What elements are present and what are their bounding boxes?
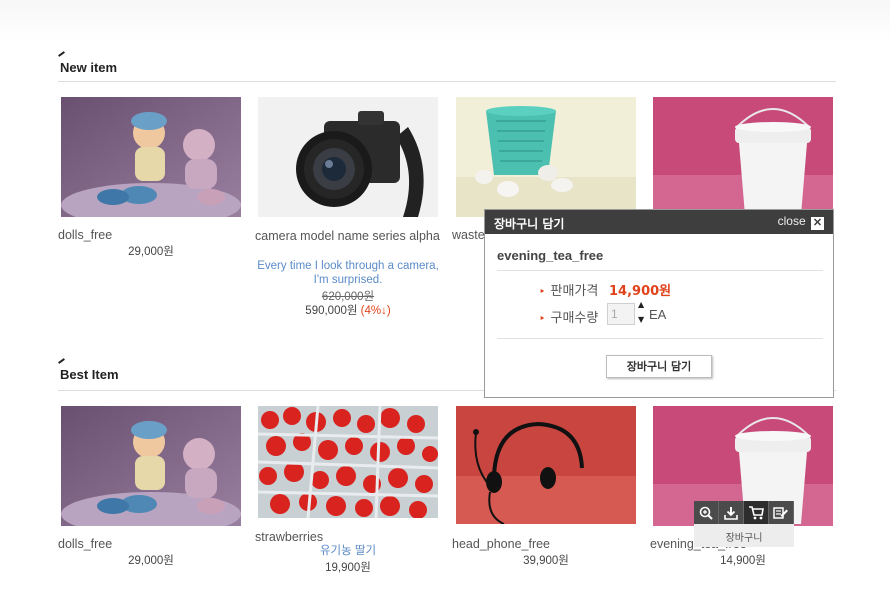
price-label: 판매가격 <box>539 280 599 299</box>
product-image-headphone[interactable] <box>456 406 636 526</box>
product-price: 590,000원 <box>305 305 358 317</box>
cart-icon[interactable] <box>744 501 769 524</box>
product-price: 29,000원 <box>128 555 174 567</box>
download-icon[interactable] <box>719 501 744 524</box>
product-price: 39,900원 <box>523 555 569 567</box>
section-title-best: Best Item <box>60 367 119 382</box>
quantity-up-icon[interactable]: ▲ <box>638 301 644 309</box>
product-name[interactable]: wastebasket_green <box>452 228 484 243</box>
product-hover-toolbar: 장바구니 <box>694 501 794 547</box>
product-name[interactable]: dolls_free <box>58 228 112 243</box>
product-image-bucket[interactable] <box>653 97 833 217</box>
zoom-in-icon[interactable] <box>694 501 719 524</box>
product-image-dolls[interactable] <box>61 97 241 217</box>
top-band <box>0 0 890 42</box>
close-icon[interactable]: ✕ <box>811 217 824 230</box>
quantity-label: 구매수량 <box>539 307 599 326</box>
product-name[interactable]: dolls_free <box>58 537 112 552</box>
popup-divider <box>497 270 823 271</box>
product-image-camera[interactable] <box>258 97 438 217</box>
discount-rate: (4%↓) <box>360 305 391 317</box>
popup-product-name: evening_tea_free <box>497 248 604 263</box>
quantity-input[interactable]: 1 <box>607 303 635 325</box>
product-description: 유기농 딸기 <box>319 545 377 557</box>
close-button[interactable]: close ✕ <box>778 214 824 230</box>
product-name[interactable]: strawberries <box>255 530 323 545</box>
add-to-cart-popup: 장바구니 담기 close ✕ evening_tea_free 판매가격 14… <box>484 209 834 398</box>
product-image-dolls[interactable] <box>61 406 241 526</box>
product-description: Every time I look through a camera, I'm … <box>257 260 439 286</box>
popup-divider <box>497 338 823 339</box>
toolbar-icons <box>694 501 794 524</box>
product-price: 19,900원 <box>325 562 371 574</box>
sale-price: 14,900원 <box>609 284 672 299</box>
product-name[interactable]: camera model name series alpha <box>255 229 445 244</box>
wishlist-icon[interactable] <box>769 501 794 524</box>
product-image-wastebasket[interactable] <box>456 97 636 217</box>
popup-title: 장바구니 담기 <box>494 217 565 231</box>
close-label: close <box>777 214 806 228</box>
add-to-cart-button[interactable]: 장바구니 담기 <box>606 355 712 378</box>
product-price-row: 590,000원 (4%↓) <box>258 302 438 318</box>
product-name[interactable]: head_phone_free <box>452 537 550 552</box>
product-image-strawberries[interactable] <box>258 406 438 526</box>
section-title-new: New item <box>60 60 118 75</box>
product-price: 14,900원 <box>720 555 766 567</box>
section-divider <box>58 81 836 82</box>
popup-header: 장바구니 담기 close ✕ <box>485 210 833 234</box>
toolbar-label: 장바구니 <box>725 533 763 544</box>
quantity-down-icon[interactable]: ▼ <box>638 316 644 324</box>
product-price: 29,000원 <box>128 246 174 258</box>
quantity-unit: EA <box>649 307 667 322</box>
